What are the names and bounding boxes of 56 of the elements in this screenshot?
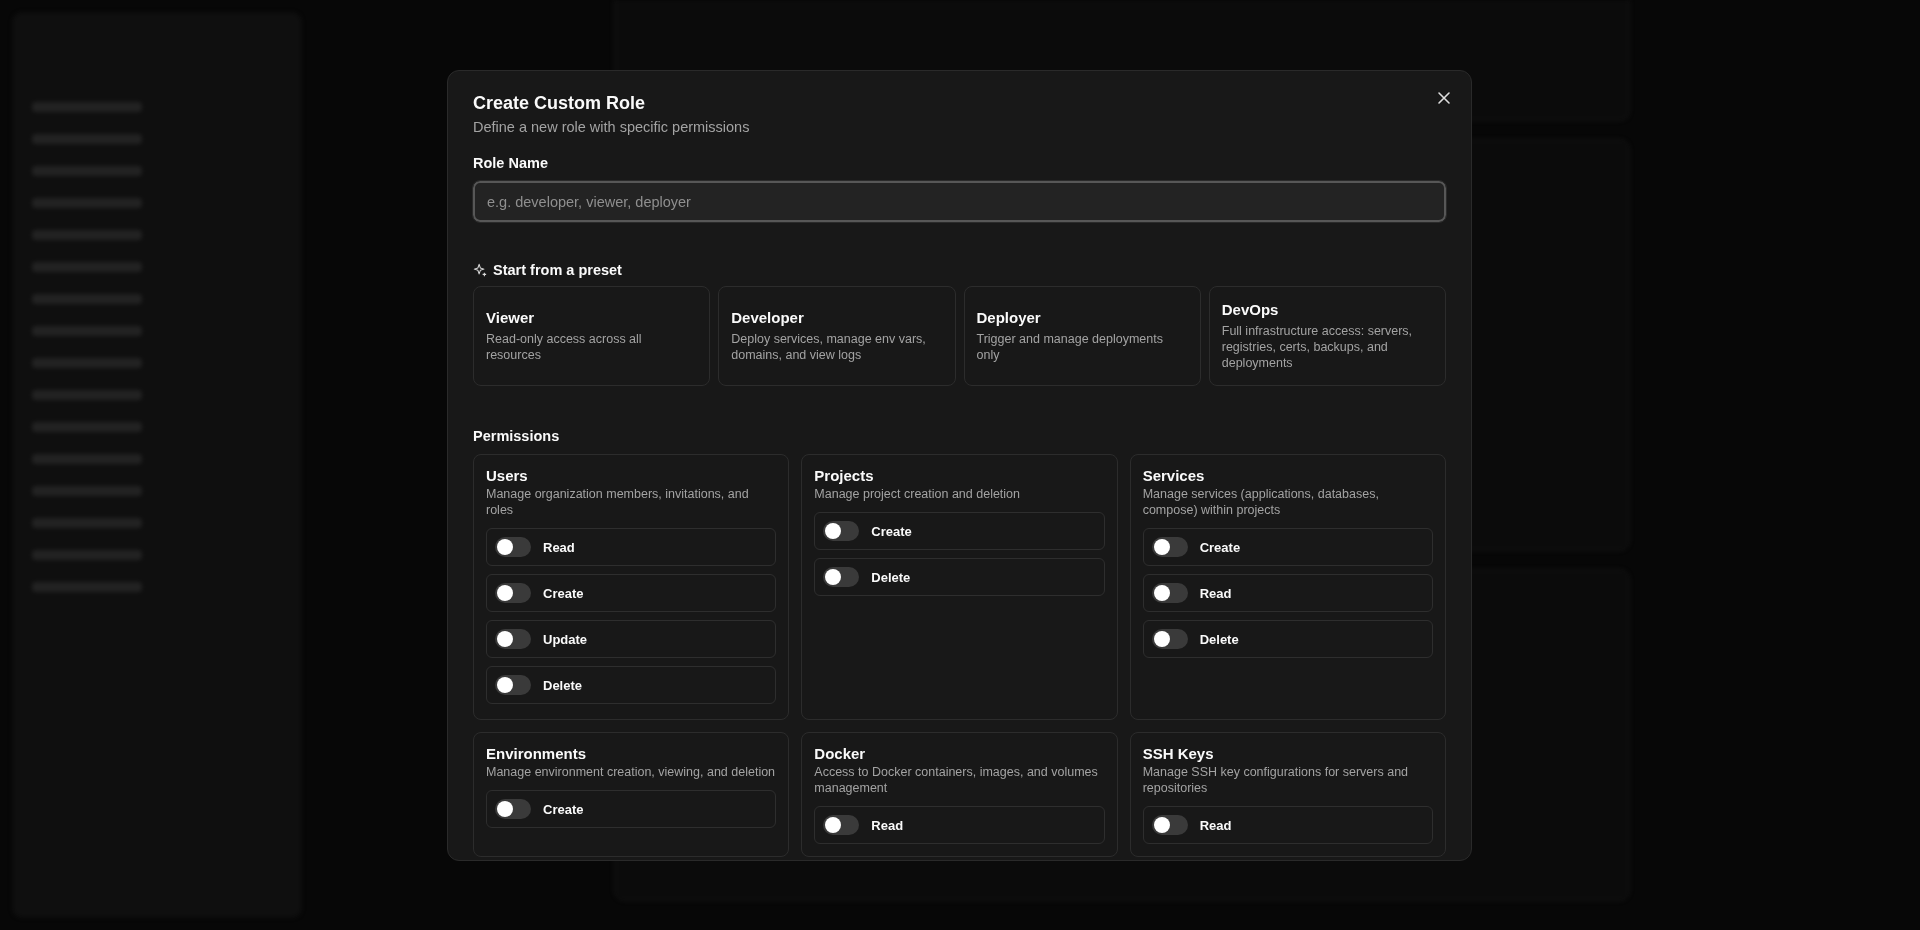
preset-card[interactable]: Viewer Read-only access across all resources	[473, 286, 711, 386]
toggle-switch[interactable]	[495, 629, 531, 649]
permission-group-title: SSH Keys	[1142, 745, 1215, 762]
preset-description: Full infrastructure access: servers, registries, certs, backups, and deployments	[1221, 323, 1414, 371]
role-name-field[interactable]: e.g. developer, viewer, deployer	[473, 181, 1446, 222]
sparkle-icon	[473, 263, 487, 277]
toggle-switch[interactable]	[1151, 583, 1188, 603]
permission-label: Delete	[543, 677, 583, 693]
dialog-title: Create Custom Role	[473, 92, 646, 115]
permission-group-description: Manage environment creation, viewing, and deletion	[486, 764, 777, 780]
toggle-switch[interactable]	[495, 675, 531, 695]
permission-label: Read	[543, 539, 575, 555]
permission-label: Update	[543, 631, 588, 647]
preset-description: Trigger and manage deployments only	[976, 331, 1164, 363]
toggle-switch[interactable]	[1151, 815, 1188, 835]
toggle-switch[interactable]	[1151, 537, 1188, 557]
permission-label: Delete	[1199, 631, 1239, 647]
toggle-switch[interactable]	[495, 583, 531, 603]
toggle-switch[interactable]	[823, 521, 860, 541]
permission-label: Delete	[871, 569, 911, 585]
permission-label: Create	[543, 585, 584, 601]
permission-label: Read	[871, 817, 904, 833]
preset-title: DevOps	[1221, 301, 1280, 318]
permission-label: Create	[1199, 539, 1241, 555]
permission-label: Read	[1199, 585, 1232, 601]
preset-card[interactable]: Developer Deploy services, manage env vars, domains, and view logs	[718, 286, 956, 386]
preset-description: Deploy services, manage env vars, domains, and view logs	[731, 331, 927, 363]
toggle-switch[interactable]	[1151, 629, 1188, 649]
permission-group-description: Manage SSH key configurations for servers and repositories	[1142, 764, 1410, 796]
field-label: Role Name	[473, 155, 549, 171]
permission-group-description: Manage services (applications, databases, compose) within projects	[1142, 486, 1380, 518]
preset-title: Developer	[731, 309, 805, 326]
permission-label: Read	[1199, 817, 1232, 833]
permission-label: Create	[871, 523, 912, 539]
permission-group-description: Manage organization members, invitations, and roles	[486, 486, 750, 518]
toggle-switch[interactable]	[495, 537, 531, 557]
permission-group-title: Environments	[486, 745, 588, 762]
permission-group-title: Projects	[814, 467, 875, 484]
toggle-switch[interactable]	[495, 799, 531, 819]
permission-group-description: Access to Docker containers, images, and volumes management	[814, 764, 1099, 796]
section-heading: Permissions	[473, 428, 561, 444]
toggle-switch[interactable]	[823, 815, 860, 835]
permission-group-title: Users	[486, 467, 529, 484]
preset-card[interactable]: DevOps Full infrastructure access: servers, registries, certs, backups, and deployments	[1208, 286, 1446, 386]
permission-group-title: Docker	[814, 745, 867, 762]
preset-description: Read-only access across all resources	[486, 331, 643, 363]
permission-group-description: Manage project creation and deletion	[814, 486, 1022, 502]
preset-title: Viewer	[486, 309, 536, 326]
section-heading: Start from a preset	[493, 262, 622, 278]
dialog-subtitle: Define a new role with specific permissions	[473, 119, 751, 135]
permission-label: Create	[543, 801, 584, 817]
preset-title: Deployer	[976, 309, 1042, 326]
toggle-switch[interactable]	[823, 567, 860, 587]
close-icon	[1436, 90, 1452, 106]
permission-group-title: Services	[1142, 467, 1206, 484]
preset-card[interactable]: Deployer Trigger and manage deployments only	[963, 286, 1201, 386]
